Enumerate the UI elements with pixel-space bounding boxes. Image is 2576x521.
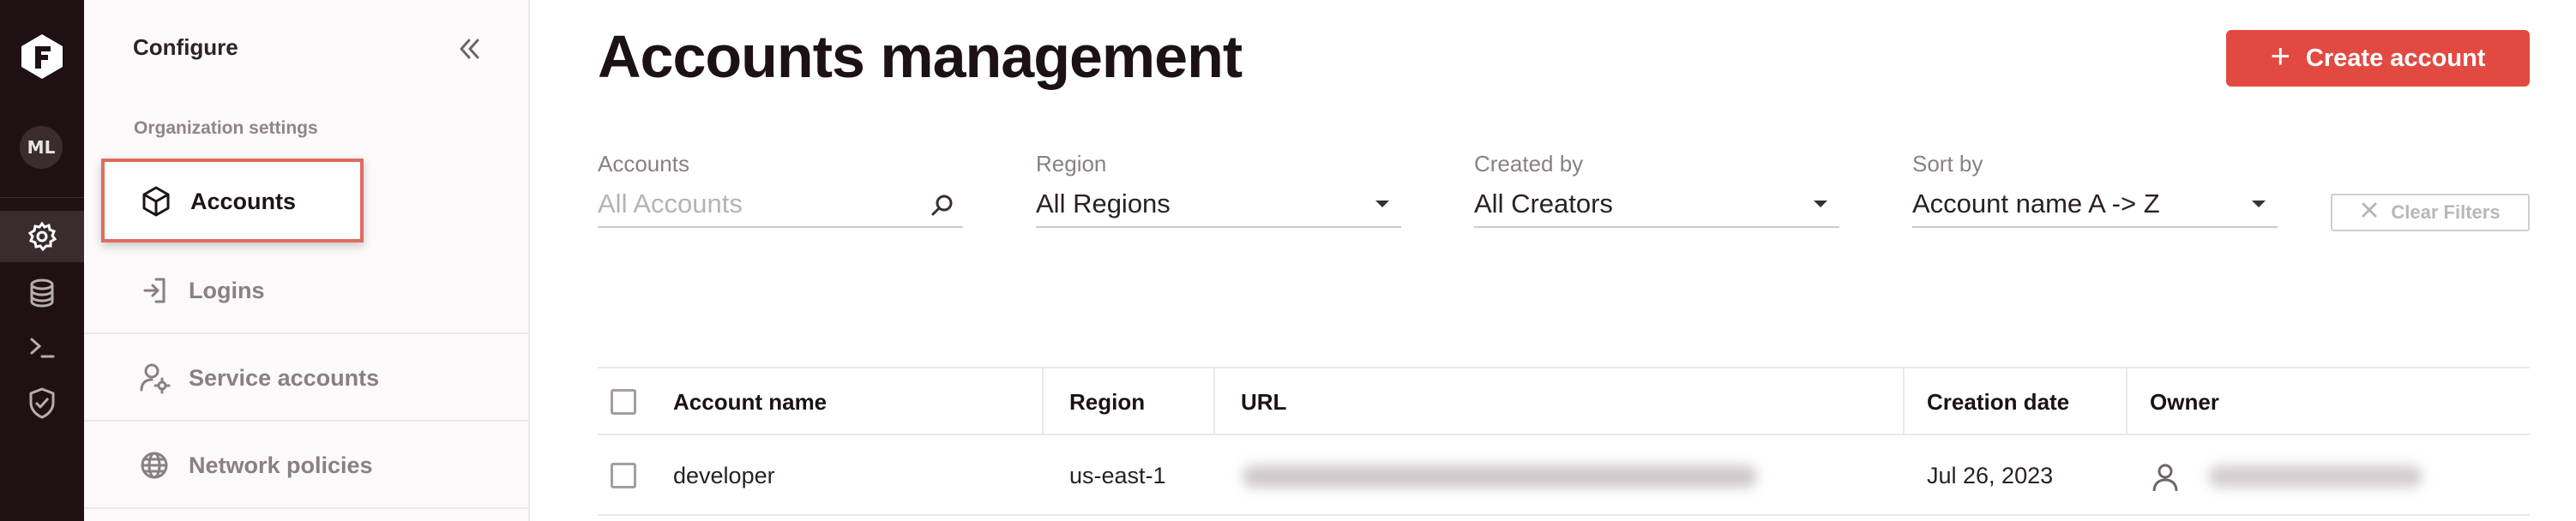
create-account-label: Create account [2305,44,2486,72]
section-heading: Organization settings [134,118,318,138]
chevron-down-icon[interactable] [2252,201,2266,207]
sidebar-item-network-policies[interactable]: Network policies [84,422,528,509]
input-underline [598,226,963,228]
filter-label: Region [1036,151,1107,177]
plus-icon: + [2270,38,2290,75]
input-underline [1912,226,2278,228]
sidebar-item-label: Network policies [189,452,373,478]
sidebar-title: Configure [133,34,238,60]
column-header-creation-date[interactable]: Creation date [1927,389,2069,416]
created-by-filter[interactable]: Created by All Creators [1474,147,1839,230]
user-avatar[interactable]: ML [20,126,63,169]
column-divider [1213,368,1215,435]
accounts-filter[interactable]: Accounts All Accounts [598,147,963,230]
configure-sidebar: Configure Organization settings Logins S… [84,0,530,521]
clear-filters-button[interactable]: Clear Filters [2331,194,2530,231]
sidebar-item-accounts[interactable]: Accounts [101,159,364,243]
cell-account-name[interactable]: developer [673,463,775,489]
column-header-url[interactable]: URL [1241,389,1286,416]
column-header-owner[interactable]: Owner [2150,389,2219,416]
cell-region: us-east-1 [1069,463,1166,488]
user-icon [2152,463,2179,492]
table-row[interactable]: developer us-east-1 Jul 26, 2023 [598,437,2530,516]
select-all-checkbox[interactable] [611,389,636,415]
close-icon [2360,201,2379,225]
filter-label: Sort by [1912,151,1983,177]
created-by-select[interactable]: All Creators [1474,189,1613,219]
sort-by-select[interactable]: Account name A -> Z [1912,189,2160,219]
shield-check-icon[interactable] [25,386,59,420]
sort-by-filter[interactable]: Sort by Account name A -> Z [1912,147,2278,230]
create-account-button[interactable]: + Create account [2226,30,2530,87]
accounts-search-input[interactable]: All Accounts [598,189,743,219]
sidebar-item-label: Service accounts [189,365,380,391]
clear-filters-label: Clear Filters [2391,201,2501,223]
user-gear-icon [137,361,172,395]
sidebar-item-label: Logins [189,278,265,303]
cell-creation-date: Jul 26, 2023 [1927,463,2054,488]
gear-icon[interactable] [25,219,59,254]
input-underline [1474,226,1839,228]
input-underline [1036,226,1401,228]
globe-icon [137,448,172,482]
database-icon[interactable] [25,276,59,310]
sidebar-item-logins[interactable]: Logins [84,247,528,334]
cell-url-redacted [1243,465,1757,488]
region-select[interactable]: All Regions [1036,189,1171,219]
firebolt-logo-icon[interactable] [18,33,66,81]
row-checkbox[interactable] [611,463,636,488]
column-divider [1903,368,1905,435]
table-header: Account name Region URL Creation date Ow… [598,368,2530,435]
chevron-down-icon[interactable] [1814,201,1827,207]
login-icon [137,273,172,308]
rail-divider [0,197,84,198]
filter-label: Accounts [598,151,689,177]
sidebar-item-label: Accounts [190,189,297,214]
collapse-sidebar-icon[interactable] [454,34,484,63]
column-header-account-name[interactable]: Account name [673,389,827,416]
cell-owner-redacted [2208,465,2423,488]
sidebar-item-service-accounts[interactable]: Service accounts [84,334,528,422]
column-header-region[interactable]: Region [1069,389,1145,416]
region-filter[interactable]: Region All Regions [1036,147,1401,230]
search-icon[interactable] [929,192,956,219]
terminal-icon[interactable] [25,331,59,365]
filter-label: Created by [1474,151,1584,177]
column-divider [2126,368,2128,435]
cube-icon [139,184,173,219]
column-divider [1042,368,1044,435]
icon-rail: ML [0,0,84,521]
chevron-down-icon[interactable] [1375,201,1389,207]
page-title: Accounts management [598,23,1243,90]
